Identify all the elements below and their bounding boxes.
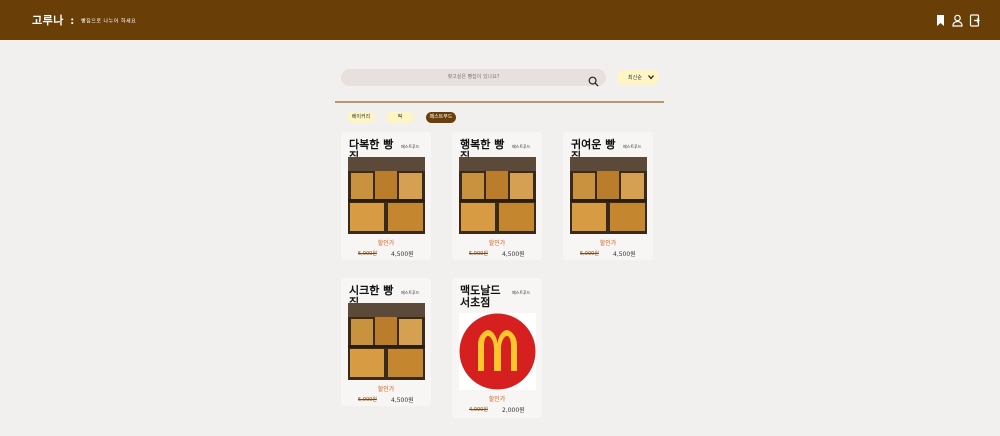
store-name: 맥도날드 서초점 <box>460 284 501 309</box>
sort-select[interactable]: 최신순 <box>617 70 659 85</box>
original-price: 5,000원 <box>358 397 377 403</box>
app-header: 고루나 : 빵집으로 나누어 하세요 <box>0 0 1000 40</box>
bakery-photo <box>348 303 425 380</box>
discount-label: 할인가 <box>488 396 506 403</box>
brand[interactable]: 고루나 : 빵집으로 나누어 하세요 <box>32 12 136 28</box>
discount-label: 할인가 <box>377 240 395 247</box>
chevron-down-icon <box>647 73 655 81</box>
brand-tagline: 빵집으로 나누어 하세요 <box>81 18 137 25</box>
store-card[interactable]: 다복한 빵집 패스트푸드 할인가 5,000원 4,500원 <box>341 132 431 260</box>
sale-price: 4,500원 <box>391 397 414 404</box>
original-price: 4,000원 <box>469 407 488 413</box>
store-category: 패스트푸드 <box>401 290 420 295</box>
search-bar[interactable]: 찾고싶은 빵집이 있나요? <box>341 69 606 87</box>
search-input[interactable]: 찾고싶은 빵집이 있나요? <box>341 73 606 80</box>
filter-chip-ricecake[interactable]: 떡 <box>386 112 414 123</box>
discount-label: 할인가 <box>488 240 506 247</box>
discount-label: 할인가 <box>377 386 395 393</box>
brand-name: 고루나 <box>32 14 64 27</box>
sale-price: 4,500원 <box>391 251 414 258</box>
discount-label: 할인가 <box>599 240 617 247</box>
sale-price: 2,000원 <box>502 407 525 414</box>
store-card[interactable]: 귀여운 빵집 패스트푸드 할인가 5,000원 4,500원 <box>563 132 653 260</box>
bakery-photo <box>570 157 647 234</box>
store-category: 패스트푸드 <box>401 144 420 149</box>
filter-chip-fastfood[interactable]: 패스트푸드 <box>426 112 456 123</box>
logout-icon[interactable] <box>969 12 980 27</box>
sale-price: 4,500원 <box>613 251 636 258</box>
search-icon[interactable] <box>588 72 599 87</box>
divider <box>335 101 664 103</box>
store-card[interactable]: 행복한 빵집 패스트푸드 할인가 5,000원 4,500원 <box>452 132 542 260</box>
user-icon[interactable] <box>952 12 963 27</box>
filter-chip-bakery[interactable]: 베이커리 <box>347 112 375 123</box>
bakery-photo <box>459 157 536 234</box>
bookmark-icon[interactable] <box>935 12 946 26</box>
sale-price: 4,500원 <box>502 251 525 258</box>
store-category: 패스트푸드 <box>512 144 531 149</box>
bakery-photo <box>348 157 425 234</box>
original-price: 5,000원 <box>358 251 377 257</box>
header-actions <box>935 12 980 27</box>
sort-selected-value: 최신순 <box>628 75 642 81</box>
mcdonalds-logo <box>459 313 536 390</box>
store-card[interactable]: 맥도날드 서초점 패스트푸드 할인가 4,000원 2,000원 <box>452 278 542 418</box>
brand-separator: : <box>70 16 75 27</box>
original-price: 5,000원 <box>580 251 599 257</box>
store-category: 패스트푸드 <box>512 290 531 295</box>
store-category: 패스트푸드 <box>623 144 642 149</box>
original-price: 5,000원 <box>469 251 488 257</box>
store-card[interactable]: 시크한 빵집 패스트푸드 할인가 5,000원 4,500원 <box>341 278 431 406</box>
